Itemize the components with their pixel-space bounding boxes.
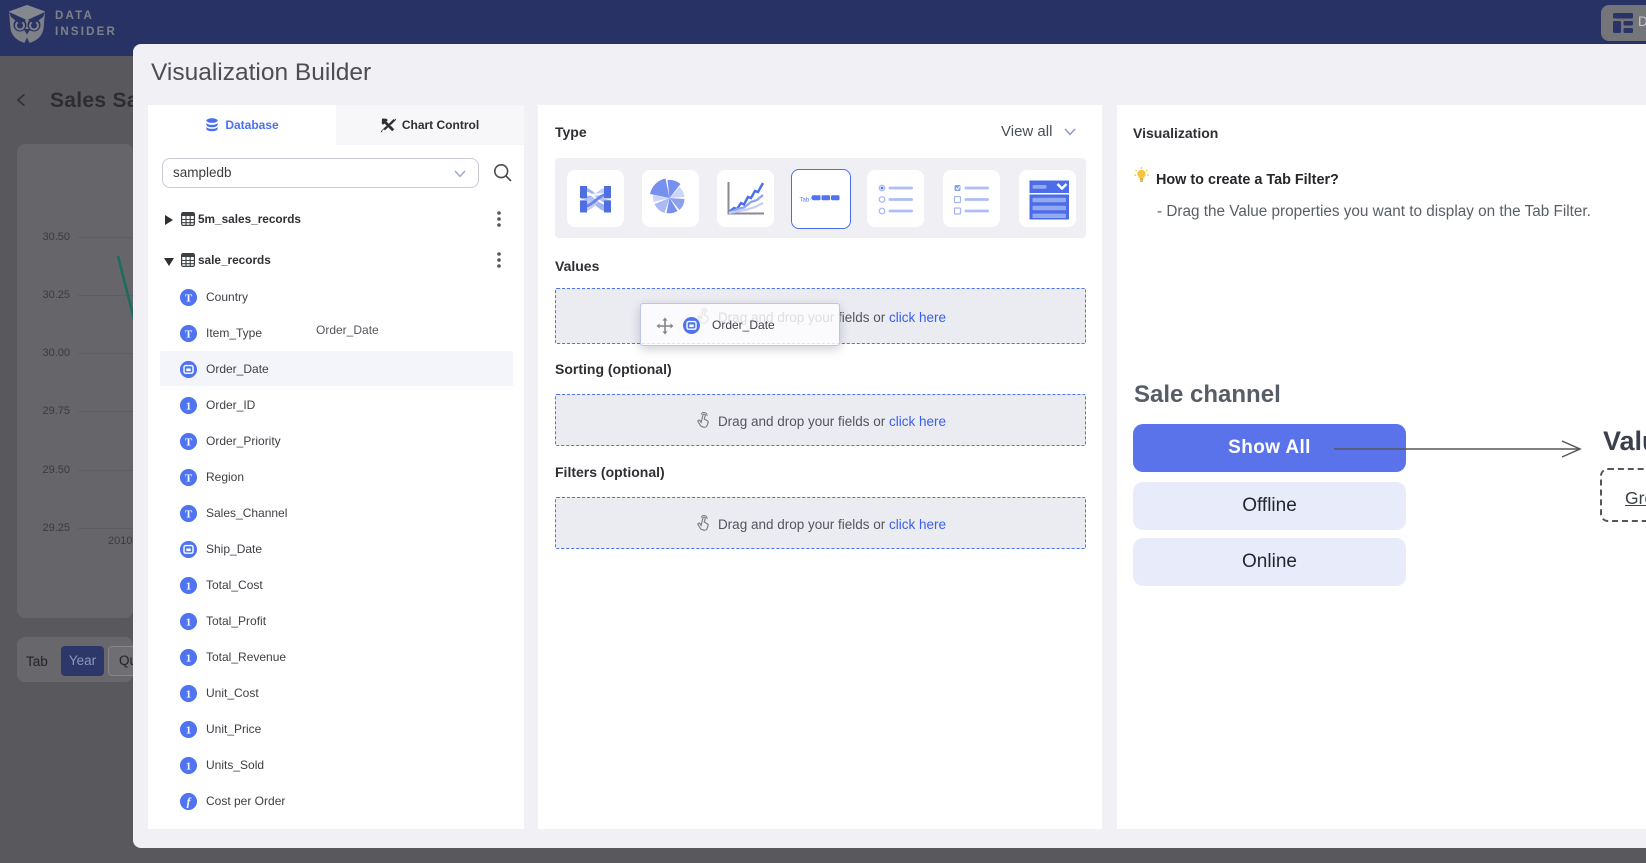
- svg-text:1: 1: [186, 616, 192, 628]
- svg-text:1: 1: [186, 580, 192, 592]
- svg-text:T: T: [185, 328, 193, 340]
- svg-text:1: 1: [186, 724, 192, 736]
- svg-text:1: 1: [186, 400, 192, 412]
- svg-text:T: T: [185, 292, 193, 304]
- svg-text:Tab: Tab: [799, 197, 809, 203]
- svg-text:T: T: [185, 436, 193, 448]
- svg-text:T: T: [185, 472, 193, 484]
- svg-text:T: T: [185, 508, 193, 520]
- svg-text:1: 1: [186, 688, 192, 700]
- svg-text:1: 1: [186, 652, 192, 664]
- svg-text:1: 1: [186, 760, 192, 772]
